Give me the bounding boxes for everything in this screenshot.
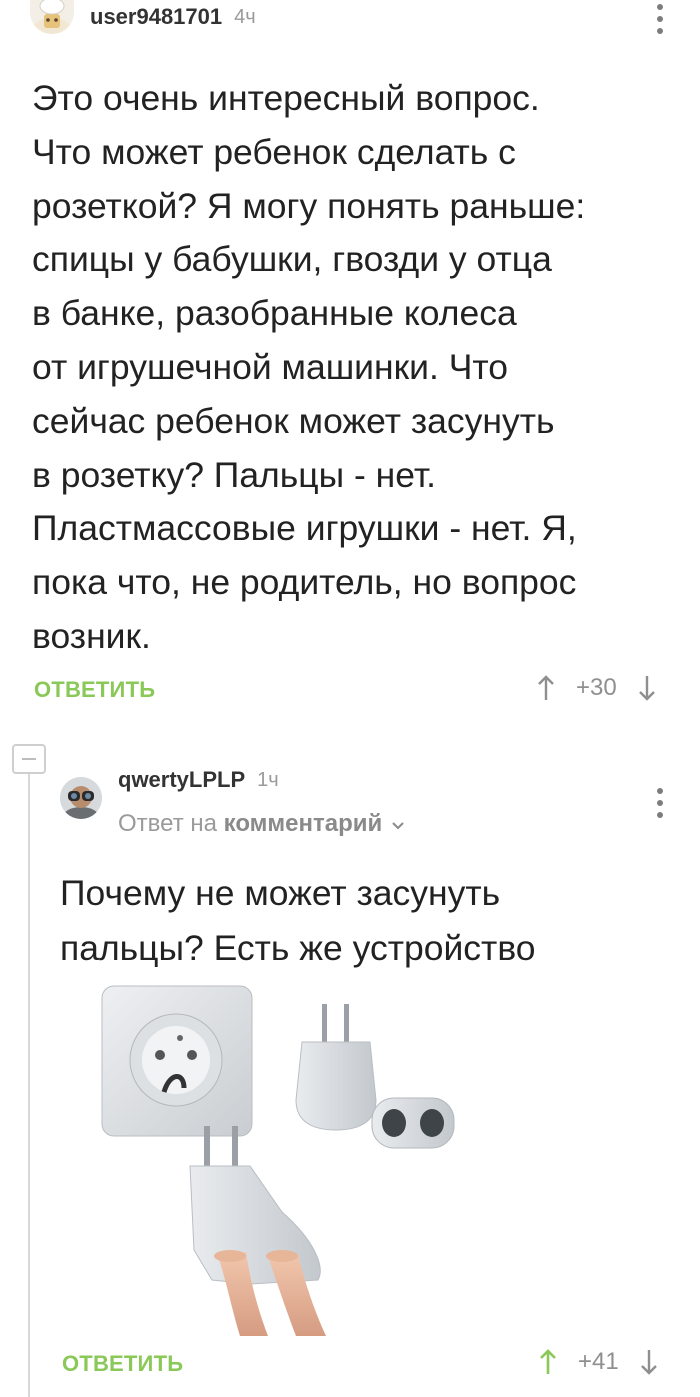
comment-1-username[interactable]: user9481701 (90, 4, 222, 30)
kebab-menu-icon[interactable] (656, 4, 664, 34)
comment-2-text: Почему не может засунуть пальцы? Есть же… (60, 866, 536, 976)
rating-value: +30 (576, 674, 617, 701)
kebab-menu-icon[interactable] (656, 788, 664, 818)
text-line: пальцы? Есть же устройство (60, 928, 536, 968)
comment-1-reply-button[interactable]: ОТВЕТИТЬ (34, 677, 155, 703)
text-line: Что может ребенок сделать с (32, 131, 516, 172)
comment-2-rating: +41 (540, 1348, 657, 1376)
upvote-arrow-icon[interactable] (540, 1349, 556, 1375)
avatar-binoculars-icon[interactable] (60, 777, 102, 819)
text-line: пока что, не родитель, но вопрос (32, 562, 577, 603)
text-line: Пластмассовые игрушки - нет. Я, (32, 508, 577, 549)
comment-1-time: 4ч (234, 5, 256, 28)
avatar-chef-icon[interactable] (30, 0, 74, 34)
text-line: Почему не может засунуть (60, 873, 501, 913)
upvote-arrow-icon[interactable] (538, 675, 554, 701)
comment-image-socket-adapter[interactable] (100, 980, 456, 1336)
text-line: в банке, разобранные колеса (32, 293, 517, 334)
downvote-arrow-icon[interactable] (640, 1349, 657, 1375)
comment-2-username[interactable]: qwertyLPLP (118, 767, 245, 793)
text-line: от игрушечной машинки. Что (32, 346, 508, 387)
rating-value: +41 (578, 1348, 619, 1375)
comment-2-reply-button[interactable]: ОТВЕТИТЬ (62, 1351, 183, 1377)
comment-2-time: 1ч (257, 768, 279, 791)
chevron-down-icon[interactable] (391, 810, 405, 838)
comment-2-header: qwertyLPLP 1ч (60, 760, 279, 819)
comment-1-text: Это очень интересный вопрос. Что может р… (32, 72, 585, 664)
downvote-arrow-icon[interactable] (638, 675, 655, 701)
text-line: розеткой? Я могу понять раньше: (32, 185, 586, 226)
text-line: спицы у бабушки, гвозди у отца (32, 239, 552, 280)
thread-line (28, 772, 30, 1397)
reply-to-prefix: Ответ на (118, 810, 217, 837)
text-line: Это очень интересный вопрос. (32, 78, 540, 118)
comment-1-rating: +30 (538, 674, 655, 702)
text-line: в розетку? Пальцы - нет. (32, 454, 437, 495)
text-line: сейчас ребенок может засунуть (32, 400, 555, 441)
reply-to-link[interactable]: Ответ на комментарий (118, 810, 405, 838)
reply-to-target[interactable]: комментарий (224, 810, 383, 837)
text-line: возник. (32, 615, 151, 656)
comment-1-header: user9481701 4ч (30, 0, 256, 34)
collapse-icon[interactable] (12, 744, 46, 774)
